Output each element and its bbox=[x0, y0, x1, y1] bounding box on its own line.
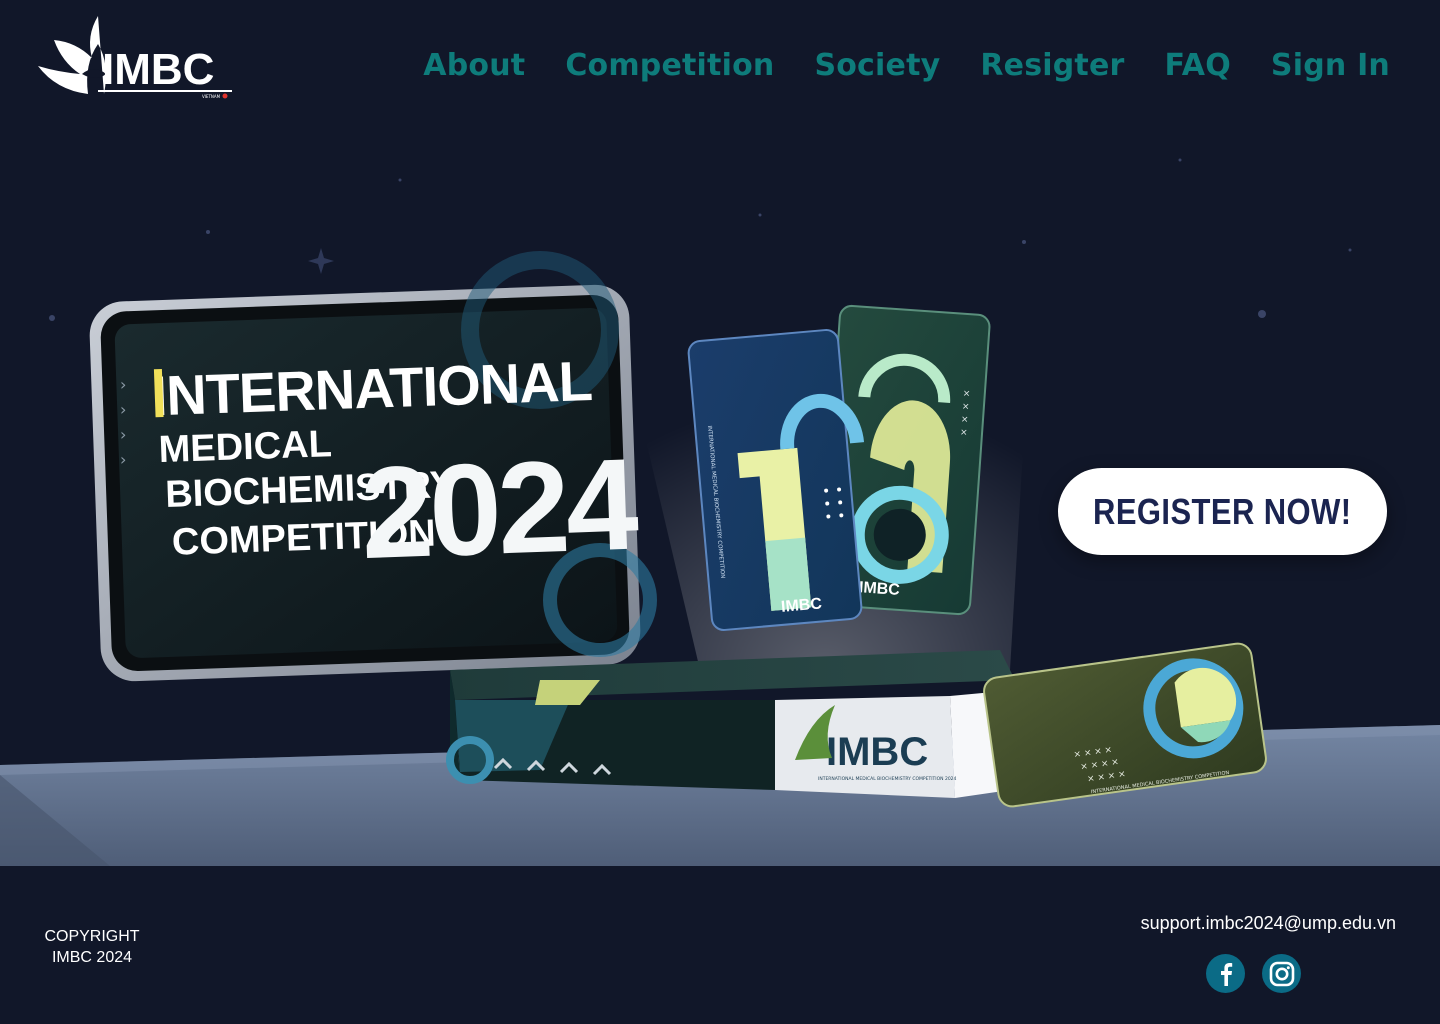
box-subtext: INTERNATIONAL MEDICAL BIOCHEMISTRY COMPE… bbox=[818, 776, 957, 782]
logo-subtext: VIETNAM bbox=[202, 94, 221, 99]
card-green-logo: IMBC bbox=[858, 579, 900, 599]
nav-about[interactable]: About bbox=[423, 48, 525, 83]
svg-text:›: › bbox=[120, 450, 126, 469]
instagram-link[interactable] bbox=[1262, 954, 1301, 993]
footer: COPYRIGHT IMBC 2024 support.imbc2024@ump… bbox=[0, 866, 1440, 1024]
nav-sign-in[interactable]: Sign In bbox=[1271, 48, 1390, 83]
box-logo: IMBC bbox=[826, 730, 928, 774]
tablet-year: 2024 bbox=[359, 431, 641, 587]
facebook-icon bbox=[1220, 962, 1232, 986]
hero-illustration: › › › › INTERNATIONAL MEDICAL BIOCHEMISTRY… bbox=[0, 158, 1440, 866]
tablet-title-line2: MEDICAL bbox=[158, 423, 332, 471]
svg-text:×: × bbox=[960, 428, 968, 439]
support-email-link[interactable]: support.imbc2024@ump.edu.vn bbox=[1141, 913, 1396, 934]
facebook-link[interactable] bbox=[1206, 954, 1245, 993]
register-now-button[interactable]: REGISTER NOW! bbox=[1058, 468, 1387, 555]
copyright-line1: COPYRIGHT bbox=[44, 928, 140, 945]
svg-text:×: × bbox=[962, 389, 970, 400]
register-now-label: REGISTER NOW! bbox=[1093, 490, 1352, 532]
product-box: IMBC INTERNATIONAL MEDICAL BIOCHEMISTRY … bbox=[446, 650, 1015, 798]
copyright-line2: IMBC 2024 bbox=[51, 949, 133, 966]
tablet-device: ›› ›› INTERNATIONAL MEDICAL BIOCHEMISTRY… bbox=[89, 251, 657, 682]
svg-text:›: › bbox=[120, 375, 126, 394]
copyright: COPYRIGHT IMBC 2024 bbox=[44, 926, 140, 968]
nav-register[interactable]: Resigter bbox=[980, 48, 1124, 83]
svg-text:›: › bbox=[120, 425, 126, 444]
imbc-logo[interactable]: IMBC VIETNAM bbox=[36, 14, 236, 100]
lotus-icon bbox=[38, 16, 106, 94]
hero-section: › › › › INTERNATIONAL MEDICAL BIOCHEMISTRY… bbox=[0, 0, 1440, 866]
nav-competition[interactable]: Competition bbox=[565, 48, 774, 83]
nav-faq[interactable]: FAQ bbox=[1165, 48, 1231, 83]
svg-text:›: › bbox=[120, 400, 126, 419]
main-nav: About Competition Society Resigter FAQ S… bbox=[423, 48, 1390, 83]
svg-text:×: × bbox=[961, 415, 969, 426]
card-blue-logo: IMBC bbox=[780, 595, 823, 616]
logo-text: IMBC bbox=[102, 45, 214, 94]
instagram-icon bbox=[1269, 961, 1294, 986]
svg-text:×: × bbox=[961, 402, 969, 413]
star-field bbox=[49, 158, 1352, 321]
nav-society[interactable]: Society bbox=[814, 48, 940, 83]
